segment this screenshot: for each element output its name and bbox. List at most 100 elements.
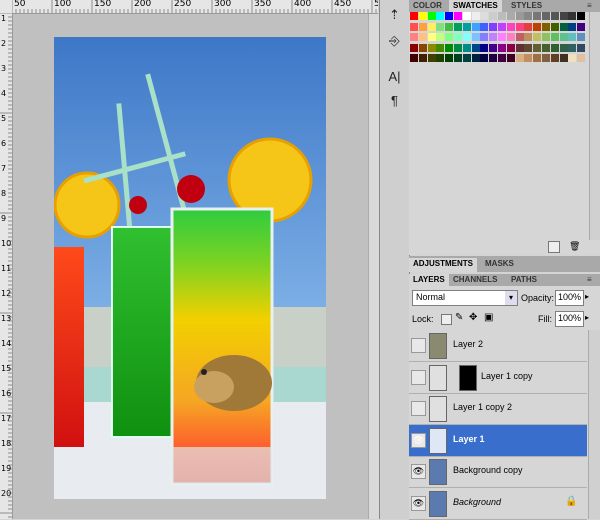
swatch[interactable]	[436, 54, 445, 62]
swatch[interactable]	[568, 54, 577, 62]
swatch[interactable]	[471, 12, 480, 20]
lock-position-icon[interactable]: ✥	[469, 312, 477, 323]
swatch[interactable]	[480, 43, 489, 52]
swatch[interactable]	[427, 54, 436, 62]
swatch[interactable]	[462, 43, 471, 52]
swatch[interactable]	[462, 12, 471, 20]
swatch[interactable]	[489, 22, 498, 31]
swatch[interactable]	[445, 43, 454, 52]
chevron-right-icon[interactable]: ▸	[585, 292, 589, 301]
swatch[interactable]	[471, 22, 480, 31]
swatch[interactable]	[533, 54, 542, 62]
panel-menu-icon[interactable]: ≡	[583, 274, 596, 286]
swatch[interactable]	[418, 12, 427, 20]
swatch[interactable]	[498, 33, 506, 41]
swatch[interactable]	[462, 22, 471, 31]
document-canvas[interactable]	[54, 37, 326, 499]
swatch[interactable]	[454, 33, 462, 41]
swatch[interactable]	[533, 22, 542, 31]
lock-all-icon[interactable]: ▣	[484, 312, 493, 323]
layers-scrollbar[interactable]	[588, 330, 600, 519]
swatch[interactable]	[410, 54, 418, 62]
swatch[interactable]	[462, 54, 471, 62]
swatch[interactable]	[498, 43, 506, 52]
swatch[interactable]	[436, 22, 445, 31]
swatch[interactable]	[542, 12, 550, 20]
swatch[interactable]	[550, 22, 559, 31]
layer-row[interactable]: 👁 Background copy	[409, 456, 587, 488]
swatch[interactable]	[524, 43, 533, 52]
swatch[interactable]	[542, 54, 550, 62]
canvas-vertical-scrollbar[interactable]	[368, 14, 379, 519]
swatch[interactable]	[410, 43, 418, 52]
swatch[interactable]	[410, 33, 418, 41]
swatch[interactable]	[436, 43, 445, 52]
swatch[interactable]	[427, 12, 436, 20]
swatch[interactable]	[480, 12, 489, 20]
tab-adjustments[interactable]: ADJUSTMENTS	[409, 258, 478, 272]
swatch[interactable]	[533, 33, 542, 41]
swatch[interactable]	[418, 22, 427, 31]
layer-row[interactable]: Layer 1 copy	[409, 362, 587, 394]
swatch[interactable]	[550, 54, 559, 62]
swatch[interactable]	[542, 22, 550, 31]
swatch[interactable]	[506, 54, 515, 62]
fill-input[interactable]: 100%	[555, 311, 584, 327]
swatch[interactable]	[568, 43, 577, 52]
swatch[interactable]	[436, 33, 445, 41]
swatch[interactable]	[506, 22, 515, 31]
swatch-grid[interactable]	[410, 10, 586, 78]
swatch[interactable]	[568, 12, 577, 20]
layer-row[interactable]: 👁 Background 🔒	[409, 488, 587, 520]
swatch[interactable]	[542, 33, 550, 41]
swatch[interactable]	[524, 54, 533, 62]
swatch[interactable]	[454, 43, 462, 52]
paragraph-icon[interactable]: ¶	[386, 92, 403, 109]
swatch[interactable]	[559, 33, 568, 41]
swatch[interactable]	[515, 12, 524, 20]
swatch[interactable]	[515, 22, 524, 31]
swatch[interactable]	[498, 54, 506, 62]
chevron-down-icon[interactable]: ▾	[505, 291, 517, 305]
swatch[interactable]	[445, 33, 454, 41]
swatch[interactable]	[418, 43, 427, 52]
swatch[interactable]	[498, 12, 506, 20]
swatch[interactable]	[427, 33, 436, 41]
swatch[interactable]	[506, 12, 515, 20]
swatch[interactable]	[550, 33, 559, 41]
swatch[interactable]	[480, 33, 489, 41]
swatch[interactable]	[445, 12, 454, 20]
trash-icon[interactable]: 🗑	[569, 241, 580, 251]
chevron-right-icon[interactable]: ▸	[585, 313, 589, 322]
swatch[interactable]	[471, 33, 480, 41]
swatch[interactable]	[542, 43, 550, 52]
swatch[interactable]	[568, 22, 577, 31]
swatch[interactable]	[480, 22, 489, 31]
type-tool-icon[interactable]: A|	[386, 68, 403, 85]
swatch[interactable]	[524, 22, 533, 31]
swatch[interactable]	[533, 12, 542, 20]
swatch[interactable]	[577, 12, 586, 20]
stamp-tool-icon[interactable]: ⎆	[386, 32, 403, 49]
swatch[interactable]	[410, 22, 418, 31]
swatch[interactable]	[427, 43, 436, 52]
swatch[interactable]	[445, 54, 454, 62]
visibility-eye-icon[interactable]	[411, 369, 426, 385]
new-swatch-icon[interactable]	[548, 241, 560, 253]
layer-row[interactable]: Layer 1 copy 2	[409, 393, 587, 425]
swatch[interactable]	[454, 54, 462, 62]
swatch[interactable]	[427, 22, 436, 31]
swatch[interactable]	[568, 33, 577, 41]
swatch[interactable]	[506, 33, 515, 41]
swatch[interactable]	[410, 12, 418, 20]
swatch[interactable]	[489, 33, 498, 41]
swatch[interactable]	[515, 43, 524, 52]
swatch[interactable]	[577, 43, 586, 52]
swatch[interactable]	[489, 12, 498, 20]
visibility-eye-icon[interactable]: 👁	[411, 495, 426, 511]
swatch[interactable]	[498, 22, 506, 31]
swatch[interactable]	[533, 43, 542, 52]
swatch[interactable]	[515, 33, 524, 41]
swatch[interactable]	[550, 43, 559, 52]
swatches-scrollbar[interactable]	[589, 12, 600, 240]
